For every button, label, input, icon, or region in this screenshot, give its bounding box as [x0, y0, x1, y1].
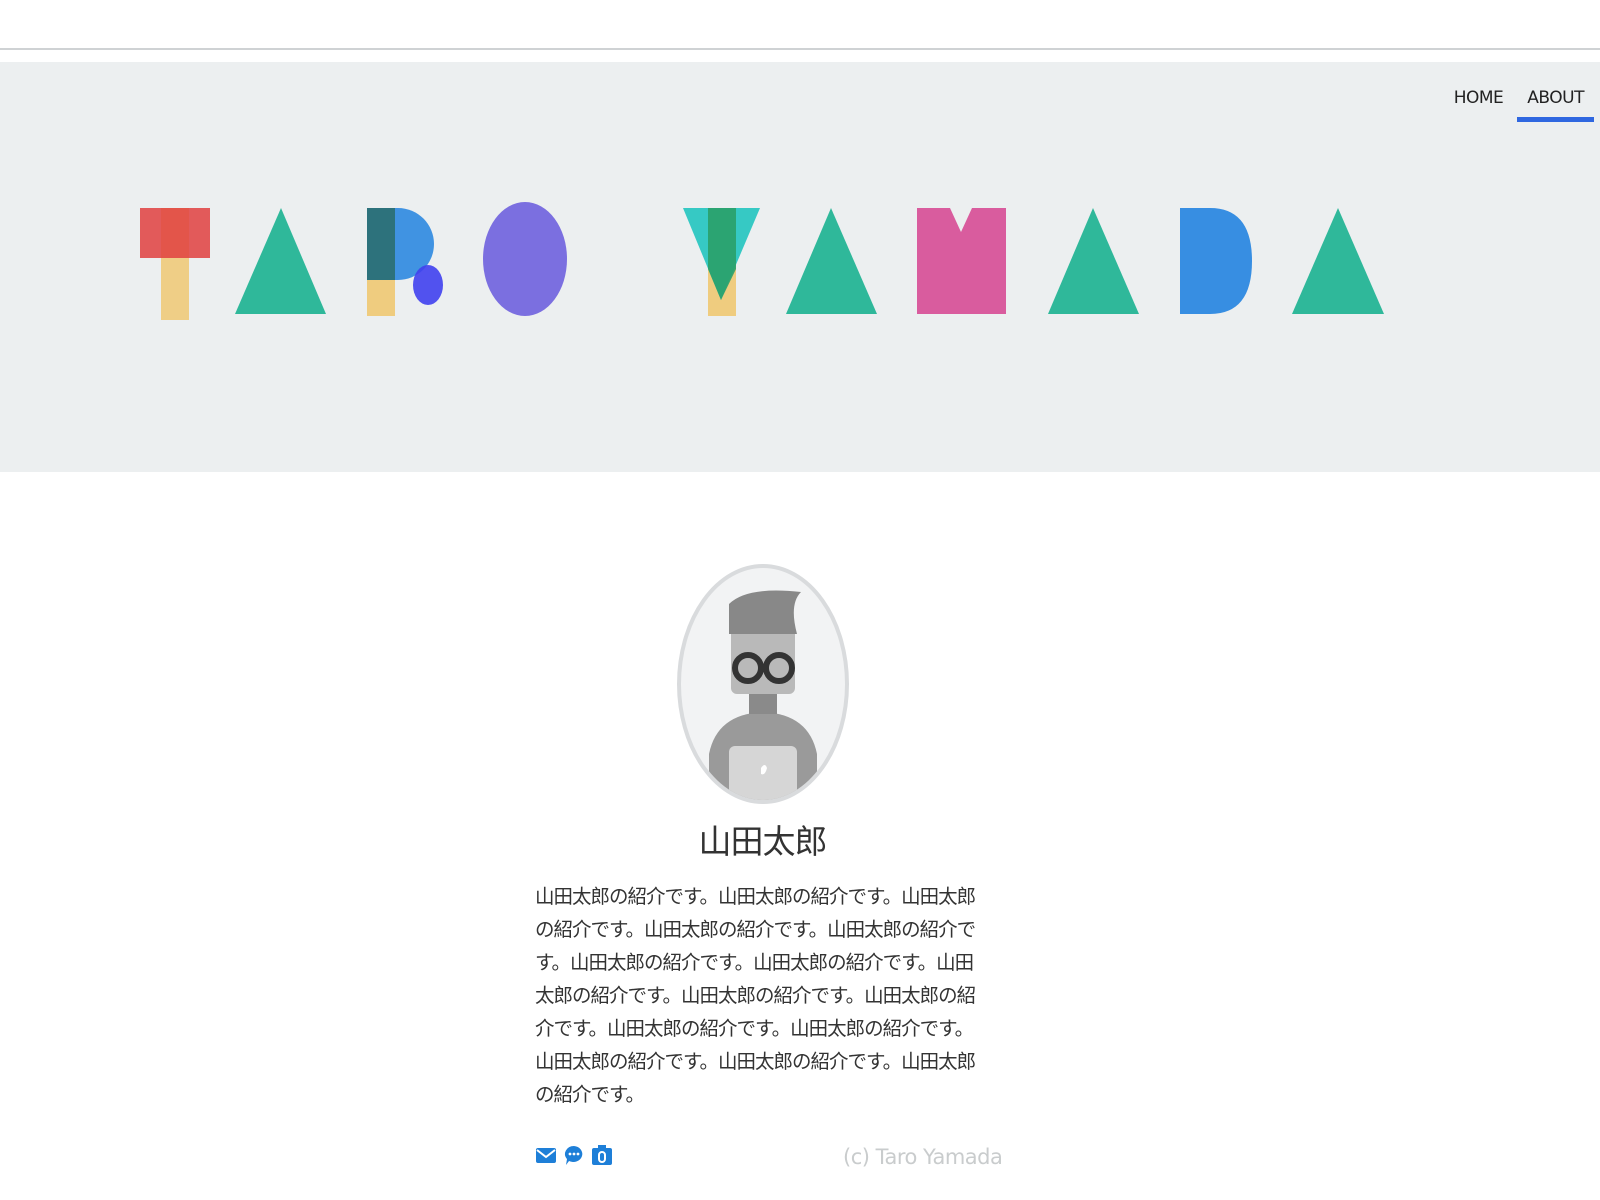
logo-letter-a	[235, 208, 326, 314]
footer-social-icons	[535, 1144, 613, 1166]
logo-letter-t	[140, 208, 210, 320]
nav-about-link[interactable]: ABOUT	[1517, 84, 1594, 122]
nav-home-link[interactable]: HOME	[1444, 84, 1514, 122]
camera-icon[interactable]	[591, 1144, 613, 1166]
logo-letter-a4	[1292, 208, 1384, 314]
logo-letter-m	[917, 208, 1006, 314]
main-nav: HOME ABOUT	[1444, 84, 1600, 122]
logo-letter-o	[483, 202, 567, 316]
logo-letter-y	[683, 208, 760, 316]
profile-name: 山田太郎	[698, 822, 828, 861]
avatar	[677, 564, 849, 804]
chat-icon[interactable]	[563, 1144, 585, 1166]
logo-letter-r	[367, 208, 443, 316]
logo-letter-d	[1180, 208, 1252, 314]
logo-letter-a2	[786, 208, 877, 314]
copyright-text: (c) Taro Yamada	[843, 1145, 1003, 1169]
logo-letter-a3	[1048, 208, 1139, 314]
taro-yamada-logo	[140, 202, 1384, 320]
top-divider	[0, 48, 1600, 50]
mail-icon[interactable]	[535, 1146, 557, 1164]
profile-bio: 山田太郎の紹介です。山田太郎の紹介です。山田太郎の紹介です。山田太郎の紹介です。…	[535, 885, 976, 1106]
